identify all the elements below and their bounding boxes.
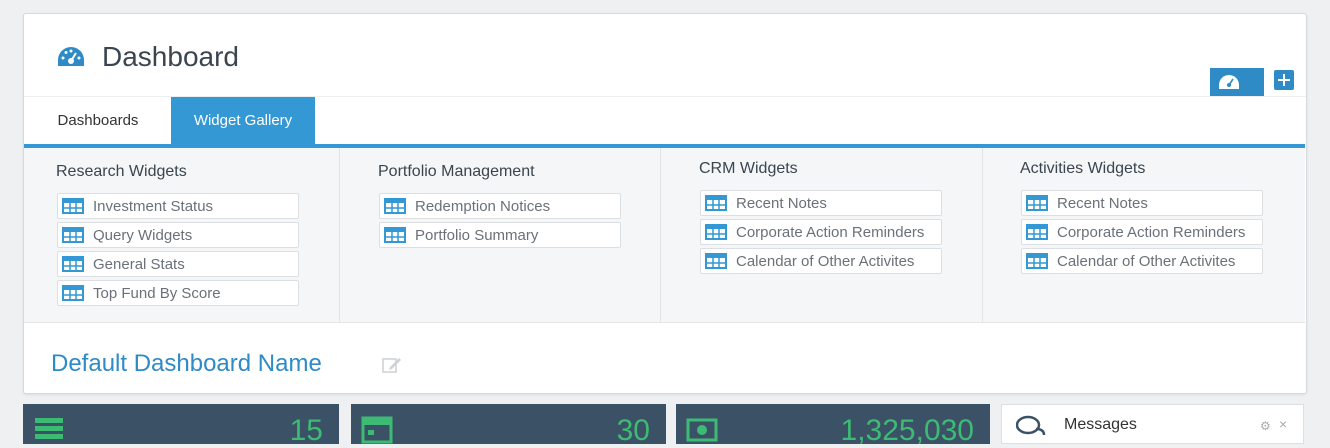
table-icon: [62, 256, 84, 272]
widget-gallery: Research Widgets Investment Status Query…: [24, 148, 1305, 323]
widget-item[interactable]: Recent Notes: [1021, 190, 1263, 216]
stat-value: 15: [289, 414, 323, 447]
gallery-column-portfolio: Portfolio Management Redemption Notices …: [340, 148, 661, 323]
stat-value: 1,325,030: [840, 414, 974, 447]
widget-item[interactable]: General Stats: [57, 251, 299, 277]
widget-label: Redemption Notices: [415, 198, 551, 215]
stat-value: 30: [616, 414, 650, 447]
widget-label: Corporate Action Reminders: [736, 224, 925, 241]
speedometer-icon: [1219, 75, 1239, 89]
widget-item[interactable]: Top Fund By Score: [57, 280, 299, 306]
table-icon: [62, 285, 84, 301]
table-icon: [705, 224, 727, 240]
column-title: Research Widgets: [56, 163, 187, 180]
widget-item[interactable]: Corporate Action Reminders: [1021, 219, 1263, 245]
widget-label: Investment Status: [93, 198, 214, 215]
stat-tile-money[interactable]: 1,325,030: [676, 404, 990, 447]
table-icon: [705, 195, 727, 211]
gallery-column-activities: Activities Widgets Recent Notes Corporat…: [983, 148, 1305, 323]
edit-icon[interactable]: [382, 356, 402, 374]
gear-icon[interactable]: ⚙: [1260, 419, 1271, 433]
tab-widget-gallery[interactable]: Widget Gallery: [171, 97, 315, 144]
dashboard-panel: Dashboard Dashboards Widget Gallery Rese…: [23, 13, 1307, 394]
dashboard-switch-button[interactable]: [1210, 68, 1264, 96]
table-icon: [62, 227, 84, 243]
chat-bubbles-icon: [1016, 415, 1046, 436]
add-widget-button[interactable]: [1274, 70, 1294, 90]
money-icon: [686, 418, 718, 442]
gallery-column-crm: CRM Widgets Recent Notes Corporate Actio…: [661, 148, 983, 323]
table-icon: [705, 253, 727, 269]
table-icon: [1026, 195, 1048, 211]
widget-item[interactable]: Calendar of Other Activites: [700, 248, 942, 274]
stat-tile-list[interactable]: 15: [23, 404, 339, 447]
widget-item[interactable]: Investment Status: [57, 193, 299, 219]
tab-bar: Dashboards Widget Gallery: [24, 97, 1306, 144]
widget-label: Recent Notes: [736, 195, 827, 212]
widget-label: Corporate Action Reminders: [1057, 224, 1246, 241]
tab-dashboards[interactable]: Dashboards: [38, 97, 158, 144]
widget-label: Query Widgets: [93, 227, 193, 244]
calendar-icon: [361, 416, 393, 444]
messages-title: Messages: [1064, 416, 1137, 433]
widget-item[interactable]: Query Widgets: [57, 222, 299, 248]
table-icon: [1026, 253, 1048, 269]
widget-label: Calendar of Other Activites: [736, 253, 915, 270]
column-title: Portfolio Management: [378, 163, 535, 180]
gallery-column-research: Research Widgets Investment Status Query…: [24, 148, 340, 323]
table-icon: [384, 198, 406, 214]
column-title: Activities Widgets: [1020, 160, 1146, 177]
widget-item[interactable]: Calendar of Other Activites: [1021, 248, 1263, 274]
column-title: CRM Widgets: [699, 160, 798, 177]
panel-header: Dashboard: [24, 14, 1306, 96]
widget-item[interactable]: Portfolio Summary: [379, 222, 621, 248]
widget-item[interactable]: Redemption Notices: [379, 193, 621, 219]
widget-label: Calendar of Other Activites: [1057, 253, 1236, 270]
table-icon: [62, 198, 84, 214]
widget-label: General Stats: [93, 256, 185, 273]
list-icon: [35, 418, 63, 439]
close-icon[interactable]: ×: [1279, 416, 1287, 432]
stat-tile-calendar[interactable]: 30: [351, 404, 666, 447]
dashboard-name: Default Dashboard Name: [51, 350, 322, 377]
page-title: Dashboard: [102, 41, 239, 72]
widget-label: Recent Notes: [1057, 195, 1148, 212]
widget-item[interactable]: Recent Notes: [700, 190, 942, 216]
widget-label: Portfolio Summary: [415, 227, 539, 244]
widget-item[interactable]: Corporate Action Reminders: [700, 219, 942, 245]
messages-panel: Messages ⚙ ×: [1001, 404, 1304, 444]
table-icon: [1026, 224, 1048, 240]
speedometer-icon: [58, 47, 84, 66]
widget-label: Top Fund By Score: [93, 285, 221, 302]
table-icon: [384, 227, 406, 243]
